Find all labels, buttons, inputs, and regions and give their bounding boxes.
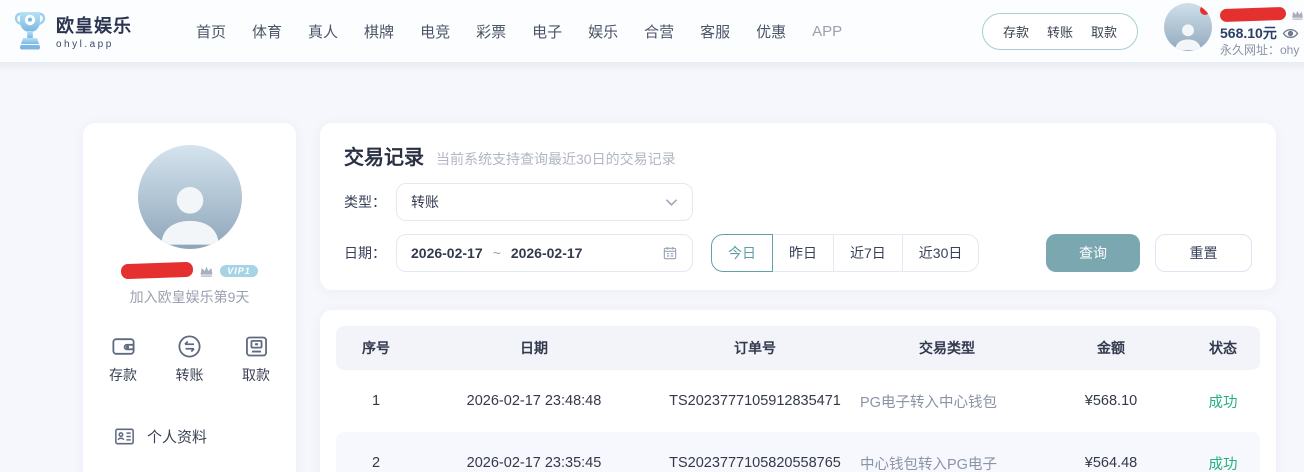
header-type: 交易类型 bbox=[858, 338, 1036, 358]
table-row: 1 2026-02-17 23:48:48 TS2023777105912835… bbox=[336, 370, 1260, 432]
range-yesterday-button[interactable]: 昨日 bbox=[772, 234, 834, 272]
cell-type: PG电子转入中心钱包 bbox=[858, 391, 1036, 412]
avatar bbox=[138, 145, 242, 249]
sidebar-quick-actions: 存款 转账 取款 bbox=[83, 333, 296, 385]
header-status: 状态 bbox=[1186, 338, 1260, 358]
cell-amount: ¥564.48 bbox=[1036, 455, 1186, 471]
transaction-type-select[interactable]: 转账 bbox=[396, 183, 693, 221]
cell-date: 2026-02-17 23:35:45 bbox=[416, 455, 652, 471]
page-subtitle: 当前系统支持查询最近30日的交易记录 bbox=[436, 149, 676, 169]
sidebar-item-profile[interactable]: 个人资料 bbox=[83, 423, 296, 449]
brand-name: 欧皇娱乐 bbox=[56, 12, 132, 38]
sidebar-deposit-action[interactable]: 存款 bbox=[109, 333, 137, 385]
deposit-pill-button[interactable]: 存款 bbox=[1003, 22, 1029, 41]
header-index: 序号 bbox=[336, 338, 416, 358]
withdraw-pill-button[interactable]: 取款 bbox=[1091, 22, 1117, 41]
nav-item-home[interactable]: 首页 bbox=[196, 21, 226, 42]
date-from-value: 2026-02-17 bbox=[411, 245, 483, 261]
date-range-input[interactable]: 2026-02-17 ~ 2026-02-17 bbox=[396, 234, 693, 272]
avatar bbox=[1164, 3, 1212, 51]
balance-amount: 568.10元 bbox=[1220, 25, 1277, 42]
quick-range-group: 今日 昨日 近7日 近30日 bbox=[711, 234, 979, 272]
brand-logo[interactable]: 欧皇娱乐 ohyl.app bbox=[12, 9, 132, 53]
date-to-value: 2026-02-17 bbox=[511, 245, 583, 261]
wallet-pill-group: 存款 转账 取款 bbox=[982, 13, 1138, 50]
quick-action-label: 存款 bbox=[109, 365, 137, 385]
nav-item-sports[interactable]: 体育 bbox=[252, 21, 282, 42]
calendar-icon bbox=[662, 245, 678, 261]
cell-index: 1 bbox=[336, 393, 416, 409]
id-card-icon bbox=[113, 425, 136, 448]
transaction-table-card: 序号 日期 订单号 交易类型 金额 状态 1 2026-02-17 23:48:… bbox=[320, 310, 1276, 472]
nav-item-live[interactable]: 真人 bbox=[308, 21, 338, 42]
nav-item-slots[interactable]: 电子 bbox=[532, 21, 562, 42]
nav-item-promo[interactable]: 优惠 bbox=[756, 21, 786, 42]
table-row: 2 2026-02-17 23:35:45 TS2023777105820558… bbox=[336, 432, 1260, 472]
profile-sidebar: VIP1 加入欧皇娱乐第9天 存款 bbox=[83, 123, 296, 472]
nav-item-entertainment[interactable]: 娱乐 bbox=[588, 21, 618, 42]
cell-index: 2 bbox=[336, 455, 416, 471]
header-amount: 金额 bbox=[1036, 338, 1186, 358]
sidebar-item-label: 个人资料 bbox=[147, 426, 207, 447]
withdraw-icon bbox=[243, 333, 270, 360]
status-badge: 成功 bbox=[1186, 391, 1260, 412]
header-order-no: 订单号 bbox=[652, 338, 858, 358]
chevron-down-icon bbox=[665, 198, 678, 207]
cell-date: 2026-02-17 23:48:48 bbox=[416, 393, 652, 409]
header-date: 日期 bbox=[416, 338, 652, 358]
query-button[interactable]: 查询 bbox=[1046, 234, 1140, 272]
sidebar-menu: 个人资料 VIP特权 bbox=[83, 423, 296, 472]
range-today-button[interactable]: 今日 bbox=[711, 234, 773, 272]
type-label: 类型： bbox=[344, 192, 396, 212]
quick-action-label: 转账 bbox=[176, 365, 204, 385]
notification-dot bbox=[1200, 5, 1210, 15]
cell-amount: ¥568.10 bbox=[1036, 393, 1186, 409]
status-badge: 成功 bbox=[1186, 453, 1260, 472]
quick-action-label: 取款 bbox=[242, 365, 270, 385]
brand-domain: ohyl.app bbox=[56, 39, 132, 50]
nav-item-app[interactable]: APP bbox=[812, 23, 842, 40]
redacted-username bbox=[121, 262, 193, 280]
nav-item-affiliate[interactable]: 合营 bbox=[644, 21, 674, 42]
table-header-row: 序号 日期 订单号 交易类型 金额 状态 bbox=[336, 326, 1260, 370]
user-account-chip[interactable]: VIP1 568.10元 永久网址：ohy bbox=[1164, 3, 1304, 59]
vip-badge: VIP1 bbox=[220, 265, 258, 277]
cell-order-no: TS2023777105820558765 bbox=[652, 455, 858, 471]
main-nav: 首页 体育 真人 棋牌 电竞 彩票 电子 娱乐 合营 客服 优惠 APP bbox=[196, 21, 842, 42]
permanent-url-text: 永久网址：ohy bbox=[1220, 43, 1299, 57]
crown-icon bbox=[199, 265, 214, 277]
navbar-shadow bbox=[0, 62, 1304, 72]
date-separator: ~ bbox=[493, 245, 501, 261]
crown-icon bbox=[1291, 9, 1304, 20]
wallet-icon bbox=[110, 333, 137, 360]
range-30days-button[interactable]: 近30日 bbox=[902, 234, 980, 272]
top-navbar: 欧皇娱乐 ohyl.app 首页 体育 真人 棋牌 电竞 彩票 电子 娱乐 合营… bbox=[0, 0, 1304, 62]
sidebar-withdraw-action[interactable]: 取款 bbox=[242, 333, 270, 385]
transfer-pill-button[interactable]: 转账 bbox=[1047, 22, 1073, 41]
cell-order-no: TS2023777105912835471 bbox=[652, 393, 858, 409]
reset-button[interactable]: 重置 bbox=[1155, 234, 1252, 272]
join-days-text: 加入欧皇娱乐第9天 bbox=[83, 287, 296, 307]
eye-icon[interactable] bbox=[1282, 27, 1299, 40]
cell-type: 中心钱包转入PG电子 bbox=[858, 453, 1036, 472]
range-7days-button[interactable]: 近7日 bbox=[833, 234, 903, 272]
redacted-username bbox=[1220, 7, 1286, 22]
nav-item-service[interactable]: 客服 bbox=[700, 21, 730, 42]
nav-item-board[interactable]: 棋牌 bbox=[364, 21, 394, 42]
transaction-filter-card: 交易记录 当前系统支持查询最近30日的交易记录 类型： 转账 日期： 2026-… bbox=[320, 123, 1276, 290]
nav-item-esports[interactable]: 电竞 bbox=[420, 21, 450, 42]
trophy-logo-icon bbox=[12, 9, 48, 53]
transfer-icon bbox=[176, 333, 203, 360]
nav-item-lottery[interactable]: 彩票 bbox=[476, 21, 506, 42]
page-title: 交易记录 bbox=[344, 141, 424, 170]
sidebar-transfer-action[interactable]: 转账 bbox=[176, 333, 204, 385]
selected-type-value: 转账 bbox=[411, 192, 665, 212]
date-label: 日期： bbox=[344, 243, 396, 263]
